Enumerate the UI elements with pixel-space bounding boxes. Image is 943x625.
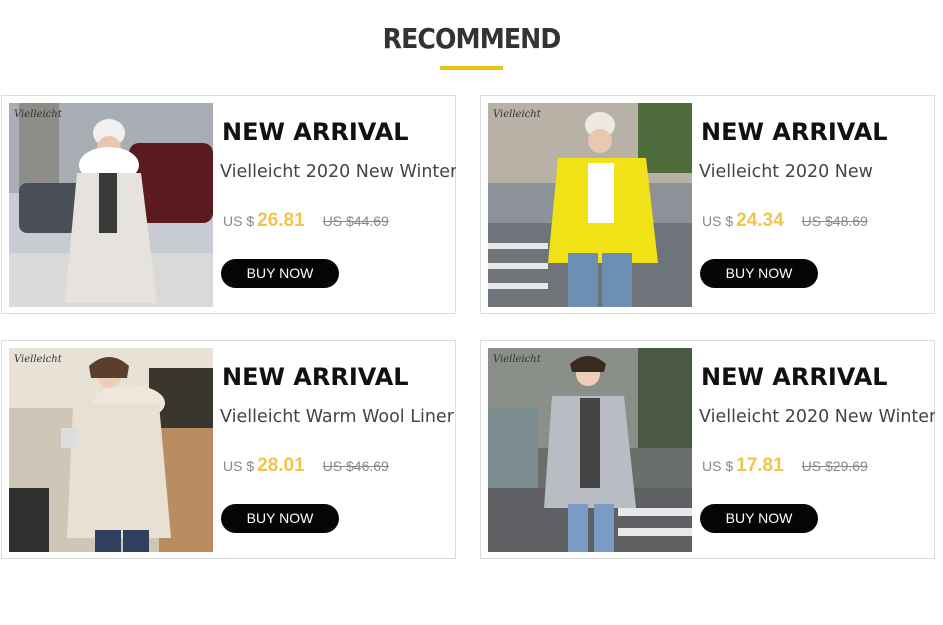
product-heading: NEW ARRIVAL xyxy=(222,118,409,146)
price-row: US $17.81 US $29.69 xyxy=(702,455,868,477)
sale-price: 26.81 xyxy=(257,210,305,231)
product-image[interactable]: Vielleicht xyxy=(488,348,692,552)
sale-price: 17.81 xyxy=(736,455,784,476)
buy-now-button[interactable]: BUY NOW xyxy=(700,259,818,288)
product-card[interactable]: Vielleicht NEW ARRIVAL Vielleicht 2020 N… xyxy=(480,95,935,314)
buy-now-button[interactable]: BUY NOW xyxy=(700,504,818,533)
sale-price: 24.34 xyxy=(736,210,784,231)
product-name[interactable]: Vielleicht 2020 New Winter xyxy=(699,407,935,427)
product-image[interactable]: Vielleicht xyxy=(488,103,692,307)
price-row: US $24.34 US $48.69 xyxy=(702,210,868,232)
currency-label: US $ xyxy=(702,213,734,229)
original-price: US $44.69 xyxy=(322,213,389,229)
price-row: US $26.81 US $44.69 xyxy=(223,210,389,232)
original-price: US $29.69 xyxy=(801,458,868,474)
original-price: US $46.69 xyxy=(322,458,389,474)
product-heading: NEW ARRIVAL xyxy=(701,118,888,146)
currency-label: US $ xyxy=(223,213,255,229)
title-underline xyxy=(440,66,503,70)
product-card[interactable]: Vielleicht NEW ARRIVAL Vielleicht 2020 N… xyxy=(480,340,935,559)
price-row: US $28.01 US $46.69 xyxy=(223,455,389,477)
product-card[interactable]: Vielleicht NEW ARRIVAL Vielleicht 2020 N… xyxy=(1,95,456,314)
currency-label: US $ xyxy=(702,458,734,474)
product-name[interactable]: Vielleicht 2020 New xyxy=(699,162,935,182)
product-heading: NEW ARRIVAL xyxy=(701,363,888,391)
sale-price: 28.01 xyxy=(257,455,305,476)
buy-now-button[interactable]: BUY NOW xyxy=(221,259,339,288)
original-price: US $48.69 xyxy=(801,213,868,229)
product-name[interactable]: Vielleicht 2020 New Winter xyxy=(220,162,456,182)
section-title: RECOMMEND xyxy=(382,22,562,55)
product-name[interactable]: Vielleicht Warm Wool Liner xyxy=(220,407,456,427)
product-heading: NEW ARRIVAL xyxy=(222,363,409,391)
brand-watermark: Vielleicht xyxy=(14,354,62,365)
brand-watermark: Vielleicht xyxy=(493,354,541,365)
product-image[interactable]: Vielleicht xyxy=(9,348,213,552)
product-image[interactable]: Vielleicht xyxy=(9,103,213,307)
currency-label: US $ xyxy=(223,458,255,474)
product-card[interactable]: Vielleicht NEW ARRIVAL Vielleicht Warm W… xyxy=(1,340,456,559)
brand-watermark: Vielleicht xyxy=(14,109,62,120)
brand-watermark: Vielleicht xyxy=(493,109,541,120)
buy-now-button[interactable]: BUY NOW xyxy=(221,504,339,533)
